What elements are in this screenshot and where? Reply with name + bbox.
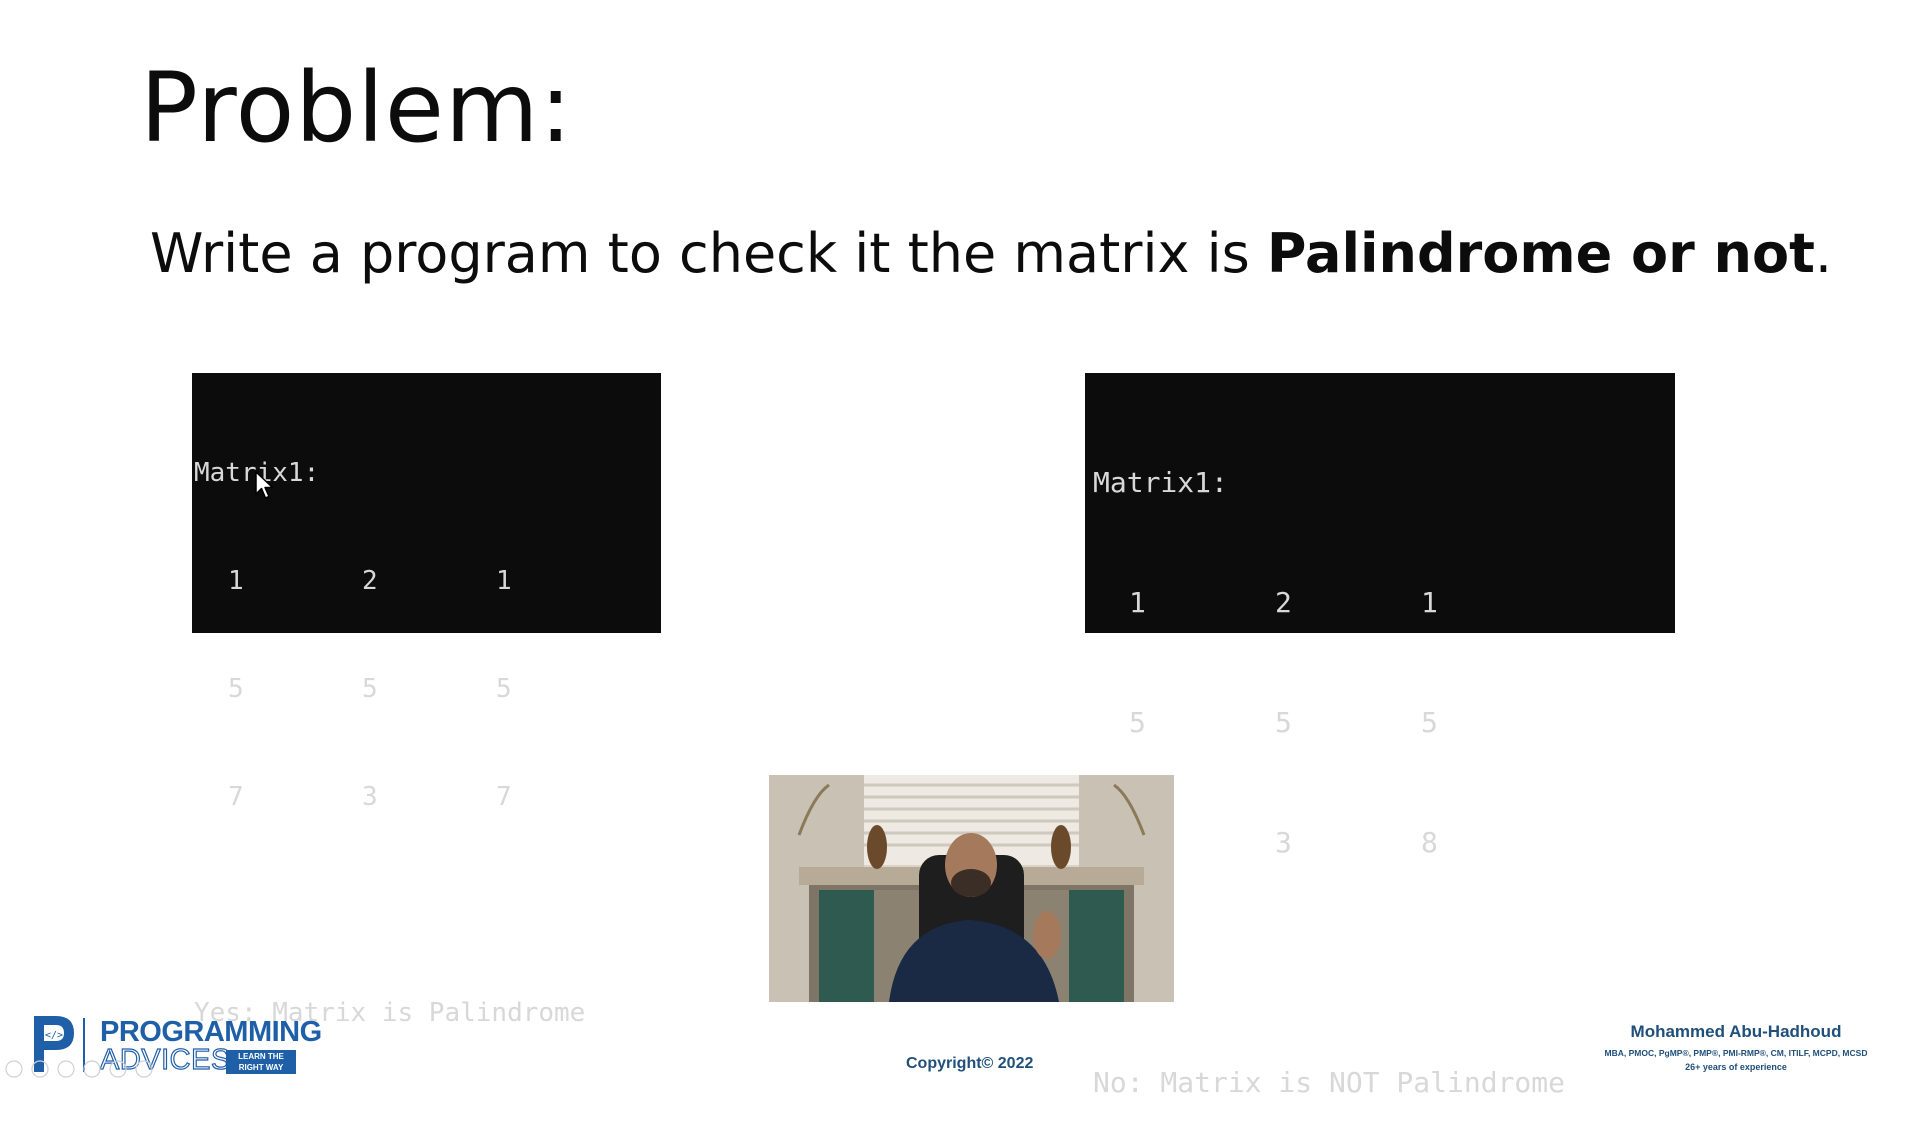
matrix-cell: 1	[1129, 586, 1146, 619]
author-credentials: MBA, PMOC, PgMP®, PMP®, PMI-RMP®, CM, IT…	[1604, 1048, 1868, 1058]
presenter-webcam-image	[769, 775, 1174, 1002]
matrix-cell: 5	[228, 674, 244, 704]
matrix-row: 5 5 5	[1093, 703, 1675, 743]
matrix-row: 738	[1093, 823, 1675, 863]
logo-tagline-line2: RIGHT WAY	[238, 1063, 284, 1072]
console-output-palindrome: Matrix1: 121 555 737 Yes: Matrix is Pali…	[192, 373, 661, 1028]
logo-tagline-line1: LEARN THE	[238, 1052, 284, 1061]
matrix-cell: 1	[228, 566, 244, 596]
matrix-row: 1 2 1	[194, 563, 661, 599]
slide-title: Problem:	[140, 52, 573, 164]
author-experience: 26+ years of experience	[1685, 1062, 1787, 1072]
matrix-cell: 1	[1421, 586, 1438, 619]
matrix-cell: 2	[362, 566, 378, 596]
matrix-cell: 5	[1275, 706, 1292, 739]
eraser-icon	[83, 1060, 101, 1078]
matrix-cell: 7	[496, 782, 512, 812]
matrix-row: 1 2 1	[1093, 583, 1675, 623]
matrix-cell: 7	[228, 782, 244, 812]
matrix-cell: 3	[1275, 826, 1292, 859]
matrix-cell: 3	[362, 782, 378, 812]
matrix-row: 7 3 7	[194, 779, 661, 815]
matrix-cell: 8	[1421, 826, 1438, 859]
pen-tool-icon	[31, 1060, 49, 1078]
matrix-row: 5 5 5	[194, 671, 661, 707]
author-block: Mohammed Abu-Hadhoud MBA, PMOC, PgMP®, P…	[1556, 1022, 1916, 1072]
matrix-cell: 2	[1275, 586, 1292, 619]
console-header: Matrix1:	[1093, 466, 1228, 499]
logo-tagline: LEARN THE RIGHT WAY	[226, 1050, 296, 1074]
console-output-not-palindrome: Matrix1: 121 555 738 No: Matrix is NOT P…	[1085, 373, 1675, 1099]
highlighter-icon	[57, 1060, 75, 1078]
problem-statement-bold: Palindrome or not	[1266, 222, 1815, 285]
back-button-icon	[5, 1060, 23, 1078]
matrix-cell: 5	[496, 674, 512, 704]
player-controls[interactable]	[2, 1058, 172, 1080]
problem-statement: Write a program to check it the matrix i…	[150, 222, 1832, 287]
matrix-cell: 5	[362, 674, 378, 704]
copyright-text: Copyright© 2022	[906, 1055, 1034, 1072]
author-name: Mohammed Abu-Hadhoud	[1630, 1022, 1842, 1041]
matrix-cell: 5	[1129, 706, 1146, 739]
svg-text:</>: </>	[45, 1030, 63, 1041]
more-options-icon	[135, 1060, 153, 1078]
zoom-icon	[109, 1060, 127, 1078]
presenter-webcam	[769, 775, 1174, 1002]
problem-statement-text: Write a program to check it the matrix i…	[150, 222, 1267, 285]
matrix-cell: 1	[496, 566, 512, 596]
matrix-cell: 5	[1421, 706, 1438, 739]
problem-statement-period: .	[1814, 222, 1833, 285]
mouse-cursor-icon	[255, 471, 274, 499]
